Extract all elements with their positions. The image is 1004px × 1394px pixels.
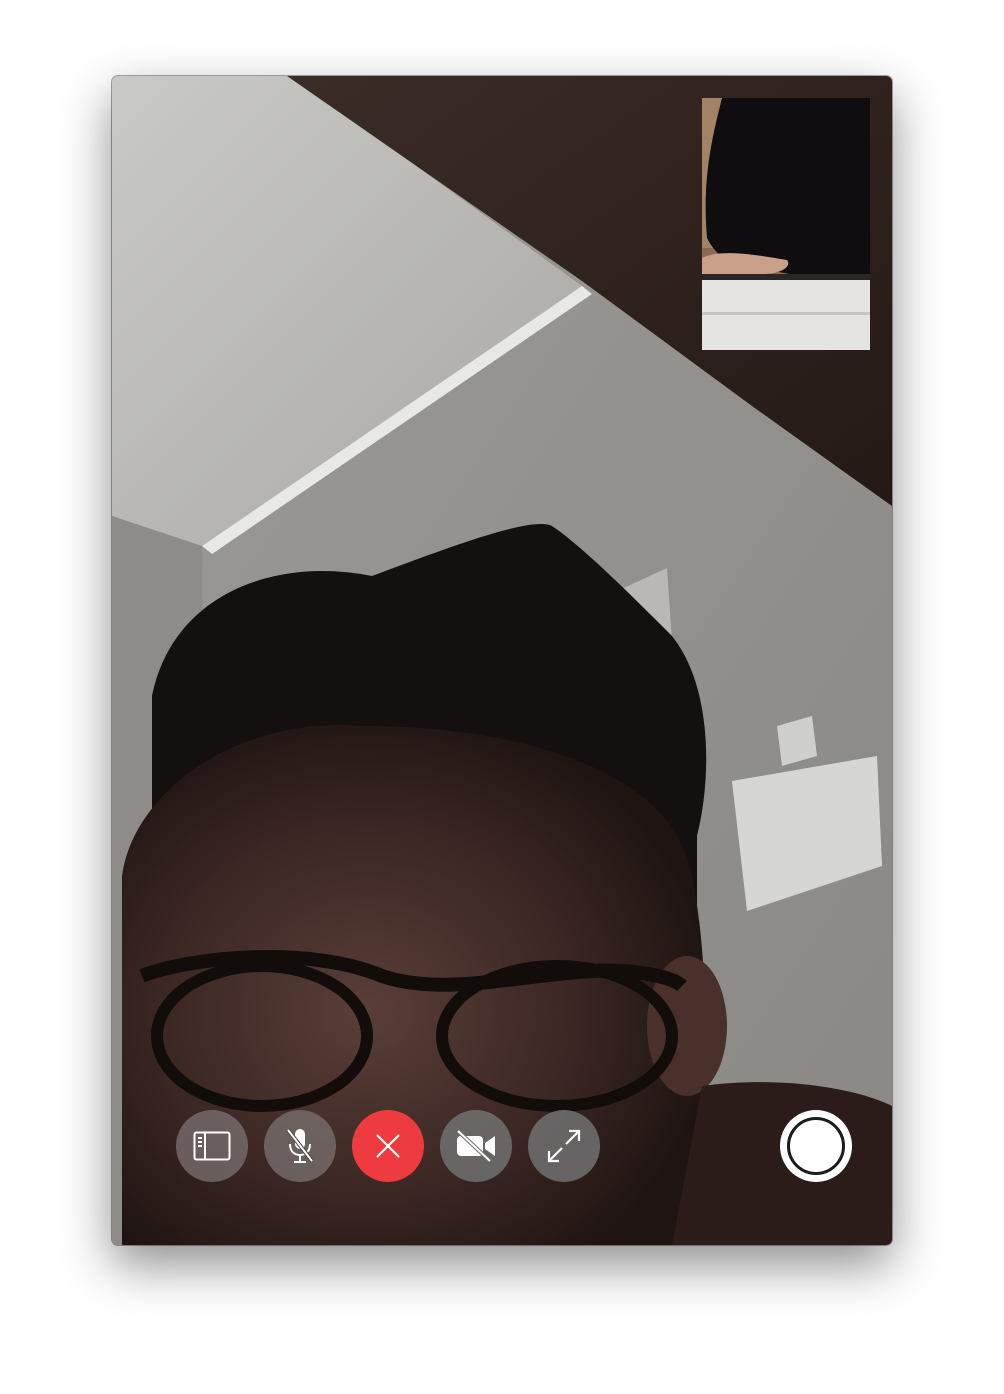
camera-toggle-button[interactable] [440, 1110, 512, 1182]
facetime-window [112, 76, 892, 1245]
capture-photo-button[interactable] [780, 1110, 852, 1182]
mute-button[interactable] [264, 1110, 336, 1182]
close-icon [376, 1134, 400, 1158]
sidebar-button[interactable] [176, 1110, 248, 1182]
expand-icon [547, 1129, 581, 1163]
end-call-button[interactable] [352, 1110, 424, 1182]
fullscreen-button[interactable] [528, 1110, 600, 1182]
call-controls [176, 1110, 600, 1182]
mic-muted-icon [286, 1128, 314, 1163]
video-off-icon [456, 1130, 495, 1162]
self-view-preview[interactable] [702, 98, 870, 350]
sidebar-icon [193, 1131, 231, 1161]
capture-icon [787, 1117, 845, 1175]
